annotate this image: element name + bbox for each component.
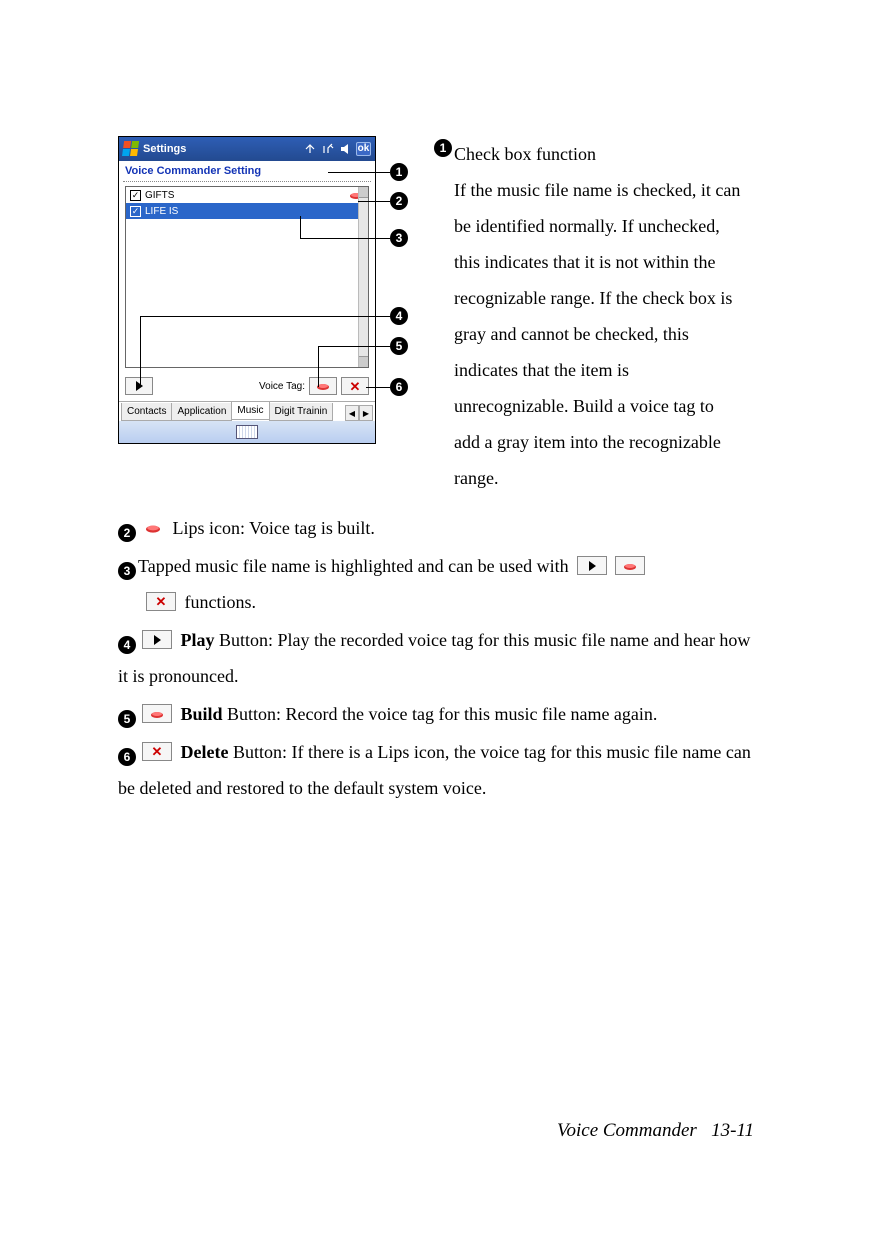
tab-application[interactable]: Application [171, 403, 232, 421]
device-screenshot: Settings ok Voice Commande [118, 136, 376, 444]
callout-number-3: 3 [118, 562, 136, 580]
list-item[interactable]: ✓ LIFE IS [126, 203, 368, 219]
lips-icon [315, 380, 331, 392]
voice-tag-label: Voice Tag: [259, 381, 305, 392]
callout-bubble-2: 2 [390, 192, 408, 210]
callout-bubble-5: 5 [390, 337, 408, 355]
callout-number-4: 4 [118, 636, 136, 654]
windows-logo-icon [122, 141, 140, 157]
window-titlebar: Settings ok [119, 137, 375, 161]
tab-music[interactable]: Music [231, 402, 269, 420]
x-icon: ✕ [350, 380, 361, 393]
tab-bar: Contacts Application Music Digit Trainin… [119, 401, 375, 421]
delete-button-icon: ✕ [142, 742, 172, 761]
list-item-label: LIFE IS [145, 206, 178, 217]
description-5-text: Button: Record the voice tag for this mu… [223, 704, 658, 724]
build-button-icon [615, 556, 645, 575]
callout-bubble-4: 4 [390, 307, 408, 325]
play-button[interactable] [125, 377, 153, 395]
callout-number-6: 6 [118, 748, 136, 766]
tab-contacts[interactable]: Contacts [121, 403, 172, 421]
keyboard-icon[interactable] [236, 425, 258, 439]
signal-icon [320, 142, 335, 156]
scrollbar[interactable] [358, 187, 368, 367]
description-2-text: Lips icon: Voice tag is built. [168, 518, 375, 538]
play-button-icon [577, 556, 607, 575]
list-item-label: GIFTS [145, 190, 174, 201]
description-1-title: Check box function [454, 136, 596, 172]
build-button[interactable] [309, 377, 337, 395]
play-icon [136, 381, 143, 391]
description-4: 4 Play Button: Play the recorded voice t… [118, 622, 758, 694]
description-6-label: Delete [181, 742, 229, 762]
delete-button-icon: ✕ [146, 592, 176, 611]
tab-digit-training[interactable]: Digit Trainin [269, 403, 334, 421]
connectivity-icon [302, 142, 317, 156]
volume-icon [338, 142, 353, 156]
description-1: 1 Check box function If the music file n… [434, 136, 744, 496]
tab-scroll-right[interactable]: ▶ [359, 405, 373, 421]
voice-tag-toolbar: Voice Tag: ✕ [119, 374, 375, 401]
callout-number-2: 2 [118, 524, 136, 542]
footer-page: 13-11 [711, 1120, 754, 1141]
description-5: 5 Build Button: Record the voice tag for… [118, 696, 758, 732]
soft-input-panel-bar [119, 421, 375, 443]
build-button-icon [142, 704, 172, 723]
delete-button[interactable]: ✕ [341, 377, 369, 395]
footer-title: Voice Commander [557, 1120, 697, 1141]
callout-bubble-6: 6 [390, 378, 408, 396]
description-3-post: functions. [180, 592, 256, 612]
checkbox-icon[interactable]: ✓ [130, 206, 141, 217]
description-2: 2 Lips icon: Voice tag is built. [118, 510, 758, 546]
lips-icon [142, 518, 164, 537]
ok-button[interactable]: ok [356, 142, 371, 156]
tab-scroll-left[interactable]: ◀ [345, 405, 359, 421]
checkbox-icon[interactable]: ✓ [130, 190, 141, 201]
callout-number-1: 1 [434, 139, 452, 157]
description-5-label: Build [181, 704, 223, 724]
window-title: Settings [143, 143, 186, 155]
list-item[interactable]: ✓ GIFTS [126, 187, 368, 203]
page-footer: Voice Commander 13-11 [557, 1120, 754, 1142]
callout-number-5: 5 [118, 710, 136, 728]
description-1-body: If the music file name is checked, it ca… [454, 172, 744, 496]
music-list: ✓ GIFTS ✓ LIFE IS [125, 186, 369, 368]
description-3: 3Tapped music file name is highlighted a… [118, 548, 758, 620]
description-3-pre: Tapped music file name is highlighted an… [138, 556, 573, 576]
description-4-label: Play [181, 630, 215, 650]
play-button-icon [142, 630, 172, 649]
page-subtitle: Voice Commander Setting [119, 161, 375, 181]
description-6: 6✕ Delete Button: If there is a Lips ico… [118, 734, 758, 806]
callout-bubble-1: 1 [390, 163, 408, 181]
callout-bubble-3: 3 [390, 229, 408, 247]
